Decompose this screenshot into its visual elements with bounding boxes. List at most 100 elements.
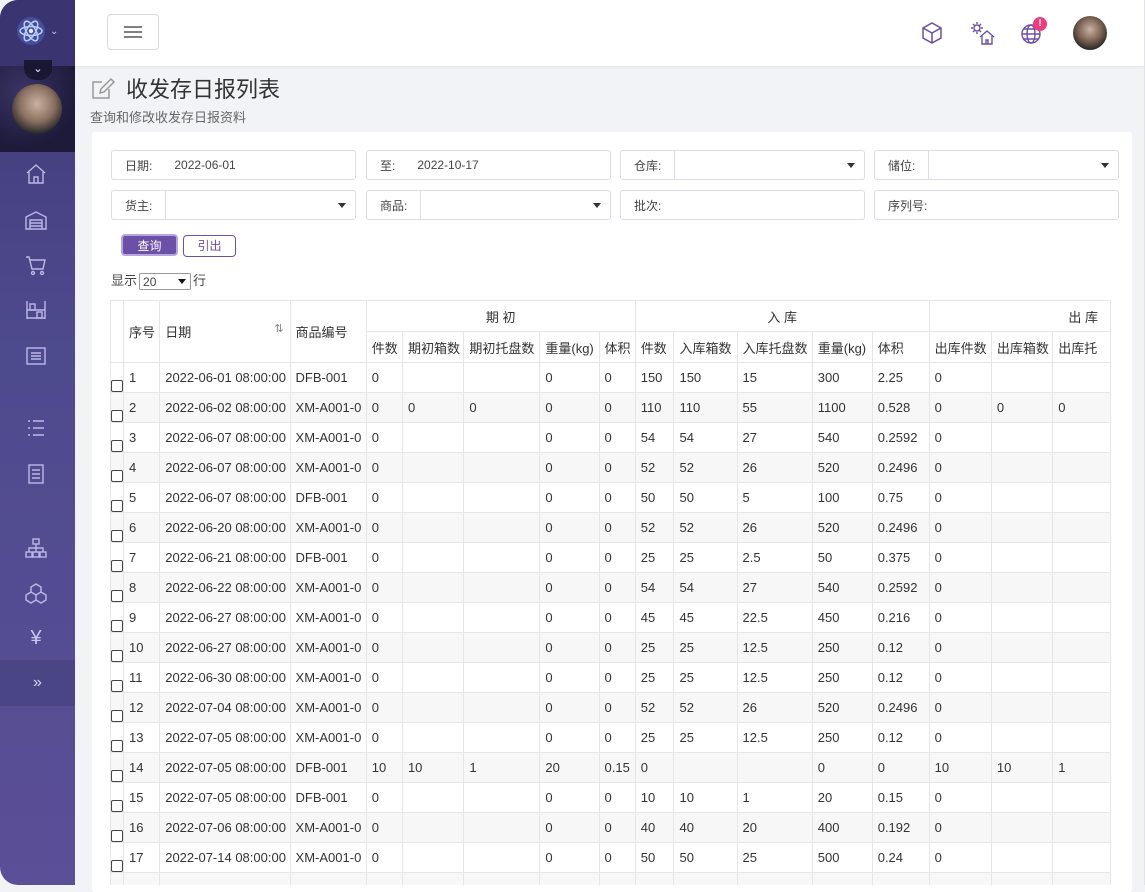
opening-subheader[interactable]: 体积 [598,331,636,363]
table-row[interactable]: 13 2022-07-05 08:00:00 XM-A001-0 0 0 0 25 25 12.… [110,722,1111,753]
table-row[interactable]: 10 2022-06-27 08:00:00 XM-A001-0 0 0 0 25 25 12.… [110,632,1111,663]
org-chart-icon[interactable] [18,534,54,562]
settings-home-icon[interactable] [969,20,995,46]
code-header[interactable]: 商品编号 [289,300,367,363]
location-dropdown[interactable] [928,151,1118,179]
table-cell: 50 [634,842,675,873]
date-to-value[interactable]: 2022-10-17 [417,158,478,172]
atom-logo-icon[interactable] [16,16,46,46]
table-row[interactable]: 6 2022-06-20 08:00:00 XM-A001-0 0 0 0 52 52 26 52… [110,512,1111,543]
row-checkbox[interactable] [111,560,123,572]
sort-icon[interactable]: ⇅ [274,322,283,335]
opening-subheader[interactable]: 期初箱数 [401,331,465,363]
document-icon[interactable] [18,460,54,488]
row-checkbox[interactable] [111,440,123,452]
opening-subheader[interactable]: 件数 [365,331,403,363]
date-header[interactable]: 日期 ⇅ [159,300,291,363]
table-row[interactable]: 7 2022-06-21 08:00:00 DFB-001 0 0 0 25 25 2.5 50 0… [110,542,1111,573]
in-subheader[interactable]: 入库托盘数 [736,331,813,363]
table-row[interactable]: 16 2022-07-06 08:00:00 XM-A001-0 0 0 0 40 40 20 4… [110,812,1111,843]
opening-subheader[interactable]: 期初托盘数 [463,331,541,363]
owner-dropdown[interactable] [165,191,355,219]
table-row[interactable]: 17 2022-07-14 08:00:00 XM-A001-0 0 0 0 50 50 25 5… [110,842,1111,873]
sidebar-expand-icon[interactable]: » [0,660,75,706]
table-cell: 52 [634,452,675,483]
row-checkbox[interactable] [111,500,123,512]
date-from-value[interactable]: 2022-06-01 [174,158,235,172]
owner-select[interactable]: 货主: [111,190,356,220]
chevron-down-icon[interactable]: ⌄ [50,26,58,37]
row-checkbox[interactable] [111,590,123,602]
row-checkbox[interactable] [111,800,123,812]
row-checkbox[interactable] [111,470,123,482]
collapse-user-toggle-icon[interactable]: ⌄ [24,60,52,80]
menu-toggle-button[interactable] [107,14,159,50]
seq-header[interactable]: 序号 [122,300,161,363]
row-checkbox[interactable] [111,860,123,872]
shelves-icon[interactable] [18,296,54,324]
notification-badge[interactable]: ! [1033,17,1047,31]
table-row[interactable]: 12 2022-07-04 08:00:00 XM-A001-0 0 0 0 52 52 26 5… [110,692,1111,723]
row-checkbox[interactable] [111,410,123,422]
cart-icon[interactable] [18,251,54,279]
brand-area[interactable]: ⌄ [0,0,75,66]
row-checkbox[interactable] [111,650,123,662]
list-lines-icon[interactable] [18,414,54,442]
date-from-field[interactable]: 日期: 2022-06-01 [111,150,356,180]
table-row[interactable]: 14 2022-07-05 08:00:00 DFB-001 10 10 1 20 0.15 0… [110,752,1111,783]
in-subheader[interactable]: 重量(kg) [811,331,873,363]
serial-field[interactable]: 序列号: [874,190,1119,220]
boxes-icon[interactable] [18,579,54,607]
table-cell: 54 [673,422,738,453]
row-checkbox[interactable] [111,380,123,392]
table-cell: 100 [811,482,873,513]
table-cell: 10 [122,632,161,663]
table-cell [673,872,738,885]
in-subheader[interactable]: 件数 [634,331,675,363]
warehouse-select[interactable]: 仓库: [620,150,865,180]
table-row[interactable]: 5 2022-06-07 08:00:00 DFB-001 0 0 0 50 50 5 100 0.… [110,482,1111,513]
table-row[interactable]: 9 2022-06-27 08:00:00 XM-A001-0 0 0 0 45 45 22.5… [110,602,1111,633]
product-dropdown[interactable] [420,191,610,219]
table-row[interactable]: 15 2022-07-05 08:00:00 DFB-001 0 0 0 10 10 1 20 0.… [110,782,1111,813]
row-checkbox[interactable] [111,770,123,782]
out-subheader[interactable]: 出库箱数 [990,331,1054,363]
table-row[interactable]: 3 2022-06-07 08:00:00 XM-A001-0 0 0 0 54 54 27 54… [110,422,1111,453]
row-checkbox[interactable] [111,830,123,842]
in-subheader[interactable]: 入库箱数 [673,331,738,363]
warehouse-dropdown[interactable] [674,151,864,179]
table-row[interactable]: 8 2022-06-22 08:00:00 XM-A001-0 0 0 0 54 54 27 54… [110,572,1111,603]
query-button[interactable]: 查询 [121,234,178,256]
row-checkbox[interactable] [111,710,123,722]
chevron-down-icon [338,203,346,208]
list-icon[interactable] [18,342,54,370]
avatar[interactable] [12,84,62,134]
product-select[interactable]: 商品: [366,190,611,220]
home-icon[interactable] [18,160,54,188]
out-subheader[interactable]: 出库托 [1052,331,1111,363]
row-checkbox-cell [110,812,124,843]
table-row[interactable]: 2 2022-06-02 08:00:00 XM-A001-0 0 0 0 0 0 110 110… [110,392,1111,423]
in-subheader[interactable]: 体积 [871,331,930,363]
row-checkbox[interactable] [111,740,123,752]
table-row[interactable]: 1 2022-06-01 08:00:00 DFB-001 0 0 0 150 150 15 30… [110,362,1111,393]
report-table-wrap[interactable]: 序号 日期 ⇅ 商品编号 期 初 入 库 出 库 件数 期初箱数 期初托盘数 重量(kg… [110,300,1111,885]
date-to-field[interactable]: 至: 2022-10-17 [366,150,611,180]
opening-group-header: 期 初 [365,300,636,332]
warehouse-icon[interactable] [18,206,54,234]
out-subheader[interactable]: 出库件数 [928,331,992,363]
batch-field[interactable]: 批次: [620,190,865,220]
export-button[interactable]: 引出 [183,235,236,257]
table-row[interactable] [110,872,1111,885]
opening-subheader[interactable]: 重量(kg) [539,331,600,363]
location-select[interactable]: 储位: [874,150,1119,180]
yen-icon[interactable]: ¥ [18,624,54,652]
cube-icon[interactable] [919,20,945,46]
row-checkbox[interactable] [111,530,123,542]
row-checkbox[interactable] [111,620,123,632]
table-row[interactable]: 11 2022-06-30 08:00:00 XM-A001-0 0 0 0 25 25 12.… [110,662,1111,693]
user-avatar[interactable] [1073,16,1107,50]
table-row[interactable]: 4 2022-06-07 08:00:00 XM-A001-0 0 0 0 52 52 26 52… [110,452,1111,483]
page-size-select[interactable]: 20 [139,273,192,291]
row-checkbox[interactable] [111,680,123,692]
